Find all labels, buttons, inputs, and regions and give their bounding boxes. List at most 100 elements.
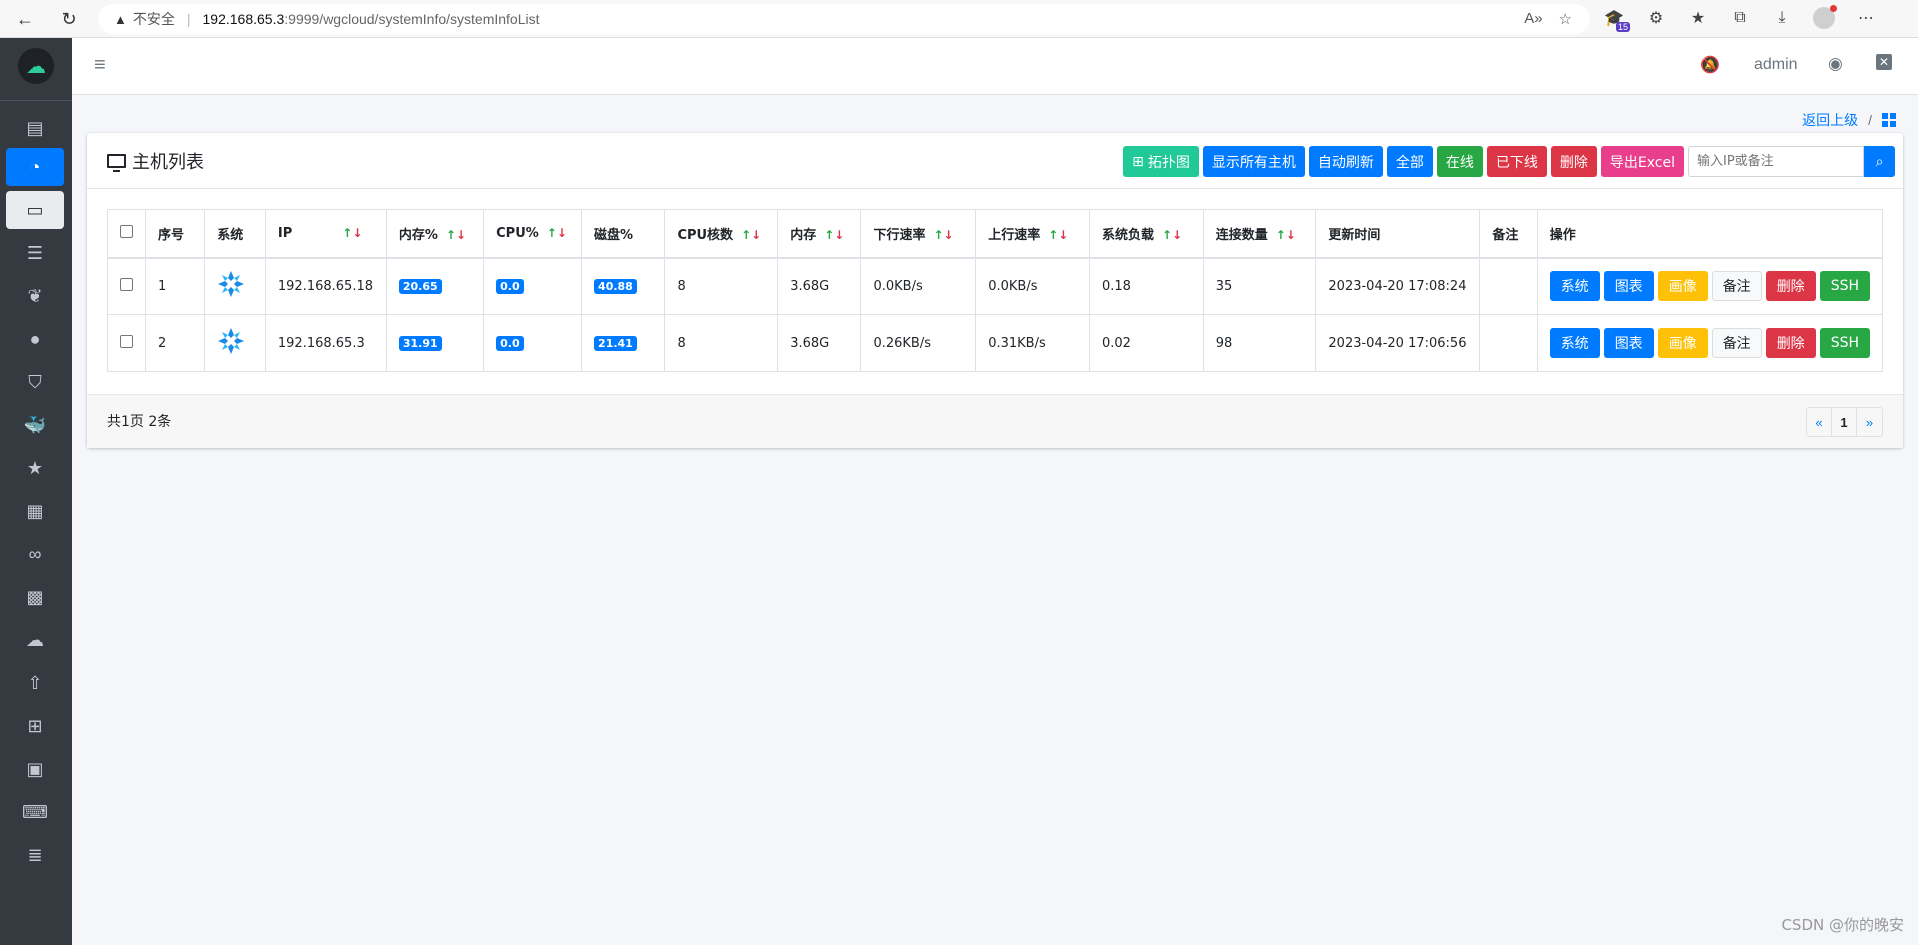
col-conns[interactable]: 连接数量 ↑↓ <box>1202 209 1317 259</box>
back-arrow-icon[interactable]: ← <box>10 4 40 34</box>
portrait-button[interactable]: 画像 <box>1657 328 1708 358</box>
prev-page-button[interactable]: « <box>1807 408 1832 436</box>
cell-down-rate: 0.26KB/s <box>860 314 977 372</box>
table-icon[interactable]: ▦ <box>6 492 64 530</box>
calendar-icon[interactable]: ▣ <box>6 750 64 788</box>
delete-button[interactable]: 删除 <box>1550 146 1597 177</box>
docker-icon[interactable]: 🐳 <box>6 406 64 444</box>
search-input[interactable] <box>1688 146 1864 177</box>
more-icon[interactable]: ⋯ <box>1852 4 1880 32</box>
laptop-code-icon[interactable]: ⌨ <box>6 793 64 831</box>
col-down-rate[interactable]: 下行速率 ↑↓ <box>860 209 977 259</box>
bell-slash-icon[interactable]: 🔕 <box>1700 55 1720 75</box>
col-load[interactable]: 系统负载 ↑↓ <box>1089 209 1204 259</box>
cell-mem: 3.68G <box>777 314 862 372</box>
book-icon[interactable]: ▤ <box>6 109 64 147</box>
cell-cores: 8 <box>664 257 779 315</box>
shield-icon[interactable]: ⛉ <box>6 363 64 401</box>
topology-button[interactable]: ⊞ 拓扑图 <box>1123 146 1199 177</box>
current-page-button[interactable]: 1 <box>1832 408 1857 436</box>
col-ip[interactable]: IP ↑↓ <box>264 209 387 259</box>
auto-refresh-button[interactable]: 自动刷新 <box>1308 146 1383 177</box>
ssh-button[interactable]: SSH <box>1819 271 1870 302</box>
profile-icon[interactable] <box>1810 4 1838 32</box>
col-mem-pct[interactable]: 内存% ↑↓ <box>385 209 485 259</box>
cell-ip: 192.168.65.18 <box>264 257 387 315</box>
address-bar[interactable]: ▲ 不安全 | 192.168.65.3 :9999/wgcloud/syste… <box>98 4 1590 34</box>
star-icon[interactable]: ★ <box>6 449 64 487</box>
filter-offline-button[interactable]: 已下线 <box>1486 146 1547 177</box>
extension-badge-icon[interactable]: 🎓 15 <box>1600 4 1630 32</box>
toolbar: ⊞拓扑图 显示所有主机 自动刷新 全部 在线 已下线 删除 导出Excel ⌕ <box>1123 146 1895 177</box>
search-icon[interactable]: ⌕ <box>1864 146 1895 177</box>
cell-ip: 192.168.65.3 <box>264 314 387 372</box>
link-icon[interactable]: ∞ <box>6 535 64 573</box>
th-icon[interactable]: ▩ <box>6 578 64 616</box>
extensions-icon[interactable]: ⚙ <box>1642 4 1670 32</box>
filter-all-button[interactable]: 全部 <box>1386 146 1433 177</box>
sitemap-icon[interactable]: ⊞ <box>6 707 64 745</box>
host-table: 序号 系统 IP ↑↓ 内存% ↑↓ CPU% ↑↓ 磁盘% CPU核数 ↑↓ 内存 ↑↓… <box>107 209 1884 372</box>
col-no: 序号 <box>144 209 206 259</box>
user-circle-icon[interactable]: ◉ <box>1828 54 1843 74</box>
desktop-icon[interactable]: ▭ <box>6 191 64 229</box>
note-button[interactable]: 备注 <box>1711 328 1762 358</box>
favorite-add-icon[interactable]: ☆ <box>1559 10 1572 28</box>
grid-icon[interactable] <box>1882 113 1896 127</box>
row-actions: 系统 图表 画像 备注 删除 SSH <box>1549 328 1870 358</box>
col-cpu-cores[interactable]: CPU核数 ↑↓ <box>664 209 779 259</box>
next-page-button[interactable]: » <box>1857 408 1882 436</box>
server-icon[interactable]: ≣ <box>6 836 64 874</box>
cell-conns: 98 <box>1202 314 1317 372</box>
chart-button[interactable]: 图表 <box>1603 328 1654 358</box>
disk-pct-badge: 21.41 <box>594 335 637 351</box>
portrait-button[interactable]: 画像 <box>1657 271 1708 302</box>
ssh-button[interactable]: SSH <box>1819 328 1870 358</box>
back-link[interactable]: 返回上级 <box>1802 110 1858 130</box>
mem-pct-badge: 31.91 <box>398 335 442 351</box>
downloads-icon[interactable]: ⤓ <box>1768 4 1796 32</box>
table-row: 2 192.168.65.3 31.91 0.0 21.41 8 3.68G 0.26KB/s… <box>107 314 1884 372</box>
system-button[interactable]: 系统 <box>1549 271 1600 302</box>
show-all-hosts-button[interactable]: 显示所有主机 <box>1202 146 1305 177</box>
cpu-pct-badge: 0.0 <box>496 335 524 351</box>
row-delete-button[interactable]: 删除 <box>1765 271 1816 302</box>
reload-icon[interactable]: ↻ <box>54 4 84 34</box>
filter-online-button[interactable]: 在线 <box>1436 146 1483 177</box>
system-button[interactable]: 系统 <box>1549 328 1600 358</box>
cloud-upload-icon[interactable]: ⇧ <box>6 664 64 702</box>
chart-button[interactable]: 图表 <box>1603 271 1654 302</box>
cell-mem: 3.68G <box>777 257 862 315</box>
col-up-rate[interactable]: 上行速率 ↑↓ <box>975 209 1090 259</box>
dashboard-icon[interactable]: ◔ <box>6 148 64 186</box>
desktop-icon <box>107 154 126 172</box>
collections-icon[interactable]: ⧉ <box>1726 4 1754 32</box>
cell-updated: 2023-04-20 17:08:24 <box>1315 257 1481 315</box>
centos-icon <box>217 328 245 359</box>
note-button[interactable]: 备注 <box>1711 271 1762 302</box>
cloud-icon[interactable]: ☁ <box>6 621 64 659</box>
export-excel-button[interactable]: 导出Excel <box>1600 146 1684 177</box>
row-delete-button[interactable]: 删除 <box>1765 328 1816 358</box>
comment-icon[interactable]: ● <box>6 320 64 358</box>
centos-icon <box>217 271 245 302</box>
col-cpu-pct[interactable]: CPU% ↑↓ <box>483 209 583 259</box>
page-info: 共1页 2条 <box>107 414 172 430</box>
menu-toggle-icon[interactable]: ≡ <box>94 54 106 77</box>
read-aloud-icon[interactable]: A» <box>1524 10 1542 28</box>
sitemap-icon: ⊞ <box>1132 153 1144 170</box>
list-icon[interactable]: ☰ <box>6 234 64 272</box>
cell-remark <box>1479 257 1538 315</box>
favorites-icon[interactable]: ★ <box>1684 4 1712 32</box>
logo[interactable]: ☁ <box>18 48 54 84</box>
leaf-icon[interactable]: ❦ <box>6 277 64 315</box>
col-disk-pct[interactable]: 磁盘% <box>581 209 666 259</box>
close-window-icon[interactable]: ✕ <box>1876 54 1892 70</box>
row-checkbox[interactable] <box>120 277 133 291</box>
col-mem[interactable]: 内存 ↑↓ <box>777 209 862 259</box>
row-checkbox[interactable] <box>120 334 133 348</box>
cell-no: 2 <box>144 314 206 372</box>
username[interactable]: admin <box>1754 56 1798 74</box>
select-all-checkbox[interactable] <box>120 224 133 238</box>
url-path: :9999/wgcloud/systemInfo/systemInfoList <box>284 11 540 27</box>
